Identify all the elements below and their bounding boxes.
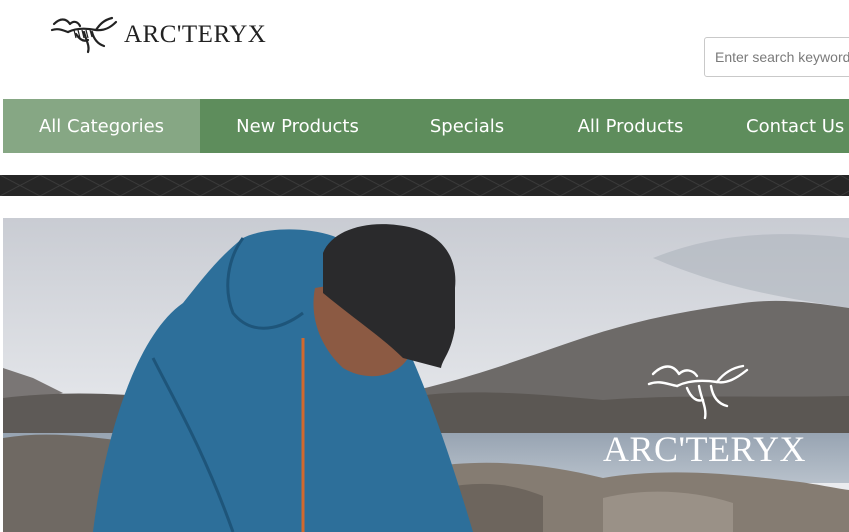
brand-logo[interactable]: ARC'TERYX (50, 10, 266, 54)
hero-banner[interactable]: ARC'TERYX (3, 218, 849, 532)
nav-item-all-products[interactable]: All Products (539, 99, 722, 153)
hero-archaeopteryx-icon (647, 364, 749, 420)
nav-item-new-products[interactable]: New Products (200, 99, 395, 153)
site-header: ARC'TERYX (0, 0, 849, 99)
archaeopteryx-icon (50, 16, 118, 54)
nav-item-specials[interactable]: Specials (395, 99, 539, 153)
nav-item-all-categories[interactable]: All Categories (3, 99, 200, 153)
decorative-band (0, 175, 849, 196)
nav-item-contact-us[interactable]: Contact Us (722, 99, 849, 153)
main-navigation: All Categories New Products Specials All… (3, 99, 849, 153)
brand-name: ARC'TERYX (124, 21, 267, 48)
band-pattern (0, 175, 849, 196)
hero-brand-name: ARC'TERYX (603, 429, 807, 469)
search-input[interactable] (704, 37, 849, 77)
